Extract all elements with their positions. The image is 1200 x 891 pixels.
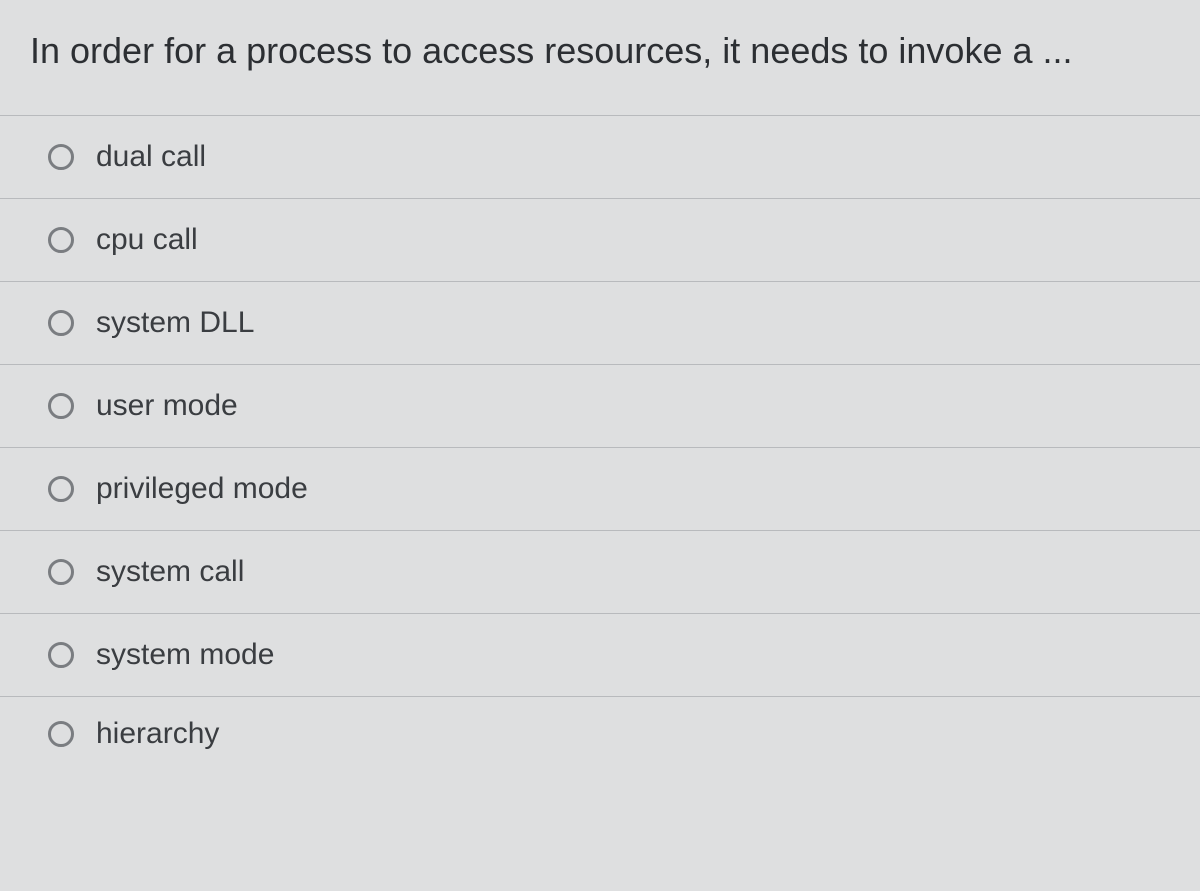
option-label: system call [96, 557, 244, 587]
option-system-call[interactable]: system call [0, 530, 1200, 613]
radio-icon [48, 144, 74, 170]
option-label: privileged mode [96, 474, 308, 504]
option-label: cpu call [96, 225, 198, 255]
radio-icon [48, 642, 74, 668]
question-container: In order for a process to access resourc… [0, 0, 1200, 891]
option-label: dual call [96, 142, 206, 172]
question-text: In order for a process to access resourc… [0, 0, 1200, 115]
radio-icon [48, 393, 74, 419]
option-label: system DLL [96, 308, 254, 338]
option-cpu-call[interactable]: cpu call [0, 198, 1200, 281]
option-system-dll[interactable]: system DLL [0, 281, 1200, 364]
option-label: user mode [96, 391, 238, 421]
radio-icon [48, 721, 74, 747]
options-list: dual call cpu call system DLL user mode … [0, 115, 1200, 767]
option-system-mode[interactable]: system mode [0, 613, 1200, 696]
option-hierarchy[interactable]: hierarchy [0, 696, 1200, 767]
radio-icon [48, 227, 74, 253]
option-dual-call[interactable]: dual call [0, 115, 1200, 198]
radio-icon [48, 310, 74, 336]
option-label: system mode [96, 640, 274, 670]
option-label: hierarchy [96, 719, 219, 749]
radio-icon [48, 476, 74, 502]
option-privileged-mode[interactable]: privileged mode [0, 447, 1200, 530]
option-user-mode[interactable]: user mode [0, 364, 1200, 447]
radio-icon [48, 559, 74, 585]
